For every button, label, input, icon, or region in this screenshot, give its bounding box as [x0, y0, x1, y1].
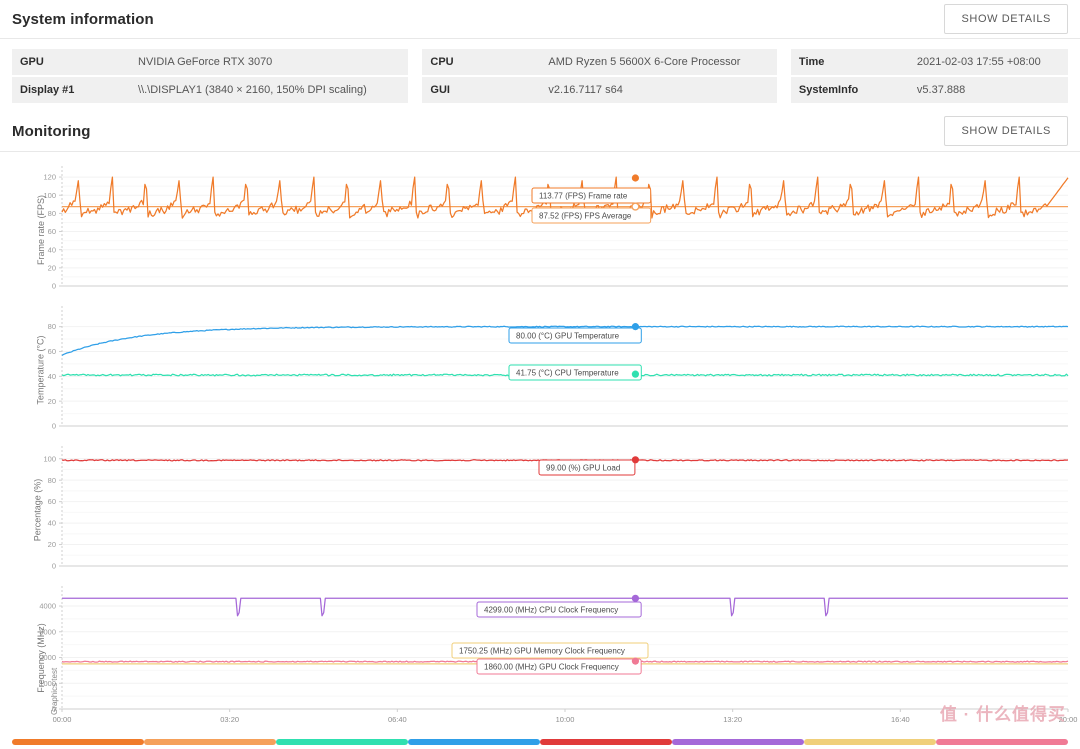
monitoring-charts: 0 20 40 60 80 100 120 113.77 (FPS) Frame rate 87… [0, 160, 1080, 735]
svg-text:0: 0 [52, 422, 56, 431]
legend-swatch-icon [144, 739, 276, 745]
legend-swatch-icon [804, 739, 936, 745]
system-information-show-details-button[interactable]: SHOW DETAILS [944, 4, 1068, 34]
chart-temperature: 0 20 40 60 80 80.00 (°C) GPU Temperature 41.75… [0, 300, 1080, 440]
svg-text:1860.00 (MHz) GPU Clock Freque: 1860.00 (MHz) GPU Clock Frequency [484, 662, 619, 671]
svg-text:60: 60 [48, 347, 56, 356]
svg-text:87.52 (FPS) FPS Average: 87.52 (FPS) FPS Average [539, 211, 632, 220]
cell-value-gpu: NVIDIA GeForce RTX 3070 [130, 49, 409, 77]
chart-annotation-graphics-test: Graphics test [50, 667, 59, 715]
axis-label-frequency: Frequency (MHz) [35, 622, 46, 693]
legend-item-5[interactable]: CPU Clock Frequency (MHz) [672, 739, 804, 749]
svg-text:20: 20 [48, 263, 56, 272]
svg-text:80: 80 [48, 209, 56, 218]
chart-percentage: 0 20 40 60 80 100 99.00 (%) GPU Load Percentag… [0, 440, 1080, 580]
legend-swatch-icon [936, 739, 1068, 745]
chart-legend: Frame rate (FPS)FPS Average (FPS)CPU Tem… [0, 739, 1080, 749]
svg-text:13:20: 13:20 [723, 715, 742, 724]
legend-swatch-icon [540, 739, 672, 745]
svg-text:10:00: 10:00 [556, 715, 575, 724]
system-information-title: System information [12, 10, 154, 28]
svg-text:16:40: 16:40 [891, 715, 910, 724]
svg-text:100: 100 [43, 454, 56, 463]
system-information-header: System information SHOW DETAILS [0, 0, 1080, 38]
legend-item-2[interactable]: CPU Temperature (°C) [276, 739, 408, 749]
legend-item-0[interactable]: Frame rate (FPS) [12, 739, 144, 749]
cell-value-systeminfo: v5.37.888 [908, 76, 1068, 105]
axis-label-temperature: Temperature (°C) [35, 335, 46, 405]
svg-text:40: 40 [48, 519, 56, 528]
monitoring-title: Monitoring [12, 122, 91, 140]
cell-gap [776, 49, 791, 77]
axis-label-framerate: Frame rate (FPS) [36, 194, 47, 266]
legend-item-3[interactable]: GPU Temperature (°C) [408, 739, 540, 749]
svg-text:40: 40 [48, 372, 56, 381]
cell-key-gpu: GPU [12, 49, 130, 77]
app-root: System information SHOW DETAILS GPU NVID… [0, 0, 1080, 749]
svg-text:120: 120 [43, 173, 56, 182]
svg-text:0: 0 [52, 562, 56, 571]
svg-text:60: 60 [48, 227, 56, 236]
cell-value-time: 2021-02-03 17:55 +08:00 [908, 49, 1068, 77]
table-row: Display #1 \\.\DISPLAY1 (3840 × 2160, 15… [12, 76, 1068, 105]
svg-text:1750.25 (MHz) GPU Memory Clock: 1750.25 (MHz) GPU Memory Clock Frequency [459, 646, 625, 655]
watermark: 值 · 什么值得买 [939, 705, 1066, 724]
svg-text:80: 80 [48, 476, 56, 485]
svg-text:80: 80 [48, 322, 56, 331]
cell-key-time: Time [790, 49, 909, 77]
legend-item-7[interactable]: GPU Clock Frequency (MHz) [936, 739, 1068, 749]
cell-gap [408, 76, 423, 105]
monitoring-header: Monitoring SHOW DETAILS [0, 111, 1080, 151]
svg-text:00:00: 00:00 [53, 715, 72, 724]
legend-item-6[interactable]: GPU Memory Clock Frequency (MHz) [804, 739, 936, 749]
header-divider-system [0, 38, 1080, 39]
svg-text:0: 0 [52, 282, 56, 291]
svg-text:40: 40 [48, 245, 56, 254]
header-divider-monitoring [0, 151, 1080, 152]
cell-value-cpu: AMD Ryzen 5 5600X 6-Core Processor [540, 49, 777, 77]
chart-framerate: 0 20 40 60 80 100 120 113.77 (FPS) Frame rate 87… [0, 160, 1080, 300]
cell-key-gui: GUI [422, 76, 541, 105]
legend-item-4[interactable]: GPU Load (%) [540, 739, 672, 749]
svg-text:03:20: 03:20 [220, 715, 239, 724]
legend-swatch-icon [672, 739, 804, 745]
svg-text:20: 20 [48, 397, 56, 406]
legend-item-1[interactable]: FPS Average (FPS) [144, 739, 276, 749]
svg-text:60: 60 [48, 497, 56, 506]
svg-text:99.00 (%) GPU Load: 99.00 (%) GPU Load [546, 463, 620, 472]
legend-swatch-icon [408, 739, 540, 745]
svg-text:80.00 (°C) GPU Temperature: 80.00 (°C) GPU Temperature [516, 331, 620, 340]
svg-text:4000: 4000 [39, 602, 56, 611]
legend-swatch-icon [276, 739, 408, 745]
cell-gap [776, 76, 791, 105]
cell-key-display: Display #1 [12, 76, 130, 105]
cell-value-display: \\.\DISPLAY1 (3840 × 2160, 150% DPI scal… [130, 76, 409, 105]
cell-value-gui: v2.16.7117 s64 [540, 76, 777, 105]
system-information-table: GPU NVIDIA GeForce RTX 3070 CPU AMD Ryze… [12, 49, 1068, 105]
chart-frequency: 0 1000 2000 3000 4000 00:00 03:20 06:40 10:00 13:… [0, 580, 1080, 735]
svg-text:06:40: 06:40 [388, 715, 407, 724]
svg-text:20: 20 [48, 540, 56, 549]
legend-swatch-icon [12, 739, 144, 745]
monitoring-show-details-button[interactable]: SHOW DETAILS [944, 116, 1068, 146]
svg-text:4299.00 (MHz) CPU Clock Freque: 4299.00 (MHz) CPU Clock Frequency [484, 605, 618, 614]
cell-key-systeminfo: SystemInfo [790, 76, 909, 105]
svg-text:113.77 (FPS) Frame rate: 113.77 (FPS) Frame rate [539, 191, 628, 200]
cell-key-cpu: CPU [422, 49, 541, 77]
cell-gap [408, 49, 423, 77]
table-row: GPU NVIDIA GeForce RTX 3070 CPU AMD Ryze… [12, 49, 1068, 77]
svg-text:41.75 (°C) CPU Temperature: 41.75 (°C) CPU Temperature [516, 368, 619, 377]
axis-label-percentage: Percentage (%) [32, 478, 43, 542]
